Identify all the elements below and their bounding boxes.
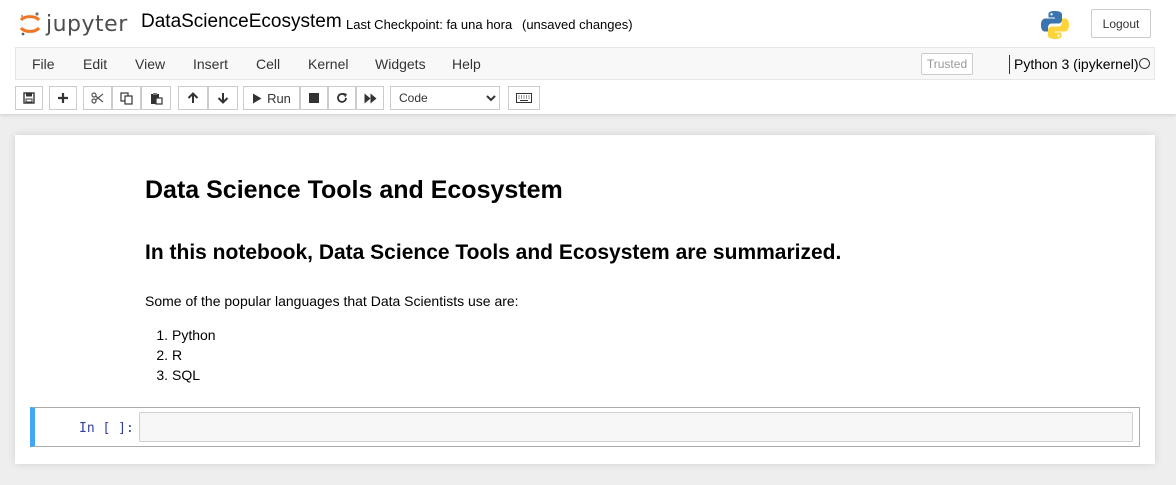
- list-number: 2.: [156, 347, 168, 363]
- list-number: 3.: [156, 367, 168, 383]
- menu-edit[interactable]: Edit: [83, 56, 107, 72]
- save-button[interactable]: [15, 86, 43, 110]
- notebook-name[interactable]: DataScienceEcosystem: [141, 11, 342, 33]
- autosave-status: (unsaved changes): [522, 17, 633, 32]
- code-cell[interactable]: In [ ]:: [30, 407, 1140, 447]
- list-item: 3. SQL: [145, 367, 216, 387]
- restart-icon: [337, 92, 347, 103]
- notebook-heading-2: In this notebook, Data Science Tools and…: [145, 241, 842, 264]
- menu-widgets[interactable]: Widgets: [375, 56, 426, 72]
- languages-intro-text: Some of the popular languages that Data …: [145, 293, 519, 309]
- kernel-idle-icon: [1139, 58, 1150, 69]
- cut-icon: [91, 92, 104, 104]
- menubar: File Edit View Insert Cell Kernel Widget…: [15, 47, 1155, 80]
- python-logo-icon: [1041, 11, 1069, 39]
- logo-text: jupyter: [46, 11, 128, 37]
- paste-icon: [150, 92, 163, 105]
- list-text: Python: [172, 327, 216, 343]
- list-text: SQL: [172, 367, 201, 383]
- menu-file[interactable]: File: [32, 56, 55, 72]
- menu-cell[interactable]: Cell: [256, 56, 280, 72]
- move-down-button[interactable]: [208, 86, 238, 110]
- command-palette-button[interactable]: [508, 86, 540, 110]
- languages-list: 1. Python 2. R 3. SQL: [145, 327, 216, 387]
- arrow-up-icon: [187, 92, 199, 103]
- run-label: Run: [267, 90, 291, 106]
- trusted-indicator[interactable]: Trusted: [921, 53, 973, 75]
- list-number: 1.: [156, 327, 168, 343]
- logout-button[interactable]: Logout: [1091, 9, 1151, 38]
- checkpoint-status: Last Checkpoint: fa una hora: [346, 17, 513, 32]
- interrupt-button[interactable]: [300, 86, 328, 110]
- paste-button[interactable]: [141, 86, 171, 110]
- insert-cell-button[interactable]: [49, 86, 77, 110]
- keyboard-icon: [516, 93, 532, 103]
- header: jupyter DataScienceEcosystem Last Checkp…: [0, 0, 1176, 114]
- menu-insert[interactable]: Insert: [193, 56, 228, 72]
- play-icon: [253, 93, 262, 103]
- restart-run-all-button[interactable]: [356, 86, 384, 110]
- input-prompt: In [ ]:: [79, 421, 134, 436]
- copy-button[interactable]: [112, 86, 141, 110]
- menu-view[interactable]: View: [135, 56, 165, 72]
- restart-button[interactable]: [328, 86, 356, 110]
- copy-icon: [120, 91, 133, 105]
- stop-icon: [309, 93, 319, 103]
- code-input-area[interactable]: [139, 412, 1133, 442]
- move-up-button[interactable]: [178, 86, 208, 110]
- cut-button[interactable]: [83, 86, 112, 110]
- cell-type-select[interactable]: Code: [390, 86, 500, 110]
- menu-kernel[interactable]: Kernel: [308, 56, 348, 72]
- list-text: R: [172, 347, 183, 363]
- run-button[interactable]: Run: [243, 86, 300, 110]
- jupyter-logo[interactable]: jupyter: [18, 10, 128, 38]
- menu-help[interactable]: Help: [452, 56, 481, 72]
- notebook-container: Data Science Tools and Ecosystem In this…: [15, 135, 1155, 464]
- jupyter-logo-icon: [19, 12, 41, 36]
- plus-icon: [58, 93, 68, 103]
- list-item: 1. Python: [145, 327, 216, 347]
- notebook-heading-1: Data Science Tools and Ecosystem: [145, 176, 563, 204]
- arrow-down-icon: [217, 93, 229, 104]
- kernel-separator: [1009, 55, 1010, 74]
- kernel-name[interactable]: Python 3 (ipykernel): [1014, 56, 1139, 72]
- save-icon: [23, 92, 35, 104]
- fast-forward-icon: [364, 93, 376, 103]
- list-item: 2. R: [145, 347, 216, 367]
